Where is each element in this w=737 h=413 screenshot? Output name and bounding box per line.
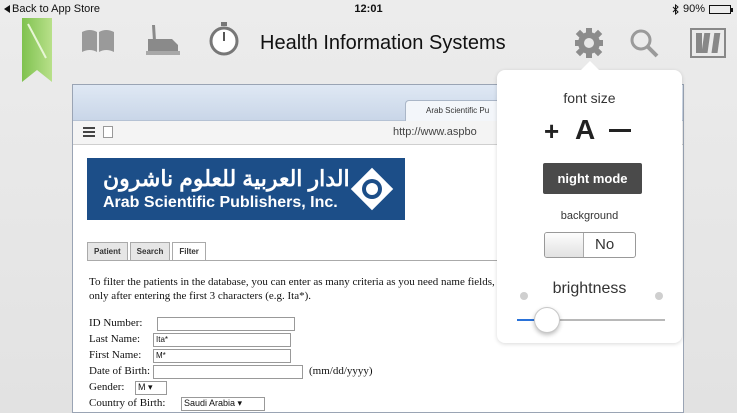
bluetooth-icon xyxy=(672,3,679,15)
id-number-field[interactable] xyxy=(157,317,295,331)
gender-value: M xyxy=(138,382,146,392)
last-name-label: Last Name: xyxy=(89,333,141,345)
last-name-field[interactable]: Ita* xyxy=(153,333,291,347)
night-mode-button[interactable]: night mode xyxy=(543,163,642,194)
hand-pen-icon[interactable] xyxy=(146,25,180,55)
status-time: 12:01 xyxy=(354,3,383,15)
app-title: Health Information Systems xyxy=(260,32,506,54)
date-of-birth-label: Date of Birth: xyxy=(89,365,151,377)
url-text: http://www.aspbo xyxy=(393,126,477,138)
page-icon xyxy=(103,126,113,138)
first-name-label: First Name: xyxy=(89,349,142,361)
increase-font-button[interactable]: + xyxy=(544,116,559,147)
library-icon[interactable] xyxy=(690,28,726,58)
popover-arrow xyxy=(581,61,599,70)
font-size-controls: + A xyxy=(539,114,639,146)
logo-emblem-icon xyxy=(350,167,394,211)
publisher-logo: الدار العربية للعلوم ناشرون Arab Scienti… xyxy=(87,158,405,220)
first-name-field[interactable]: M* xyxy=(153,349,291,363)
country-of-birth-select[interactable]: Saudi Arabia ▾ xyxy=(181,397,265,411)
decrease-font-button[interactable] xyxy=(609,129,631,132)
country-of-birth-label: Country of Birth: xyxy=(89,397,166,409)
date-of-birth-field[interactable] xyxy=(153,365,303,379)
status-bar: Back to App Store 12:01 90% xyxy=(0,0,737,18)
bookmark-ribbon-icon[interactable] xyxy=(22,18,52,82)
menu-icon xyxy=(83,127,95,137)
brightness-slider-knob[interactable] xyxy=(533,307,560,333)
background-toggle[interactable]: No xyxy=(544,232,636,258)
id-number-label: ID Number: xyxy=(89,317,143,329)
battery-percent: 90% xyxy=(682,3,705,15)
search-icon[interactable] xyxy=(628,27,660,59)
gender-select[interactable]: M ▾ xyxy=(135,381,167,395)
background-toggle-value: No xyxy=(595,236,615,253)
background-label: background xyxy=(560,210,619,222)
font-size-glyph: A xyxy=(575,114,596,145)
date-format-hint: (mm/dd/yyyy) xyxy=(309,365,373,377)
form-tabs: Patient Search Filter xyxy=(87,242,206,260)
book-icon[interactable] xyxy=(80,28,116,54)
brightness-high-icon xyxy=(655,292,663,300)
country-of-birth-value: Saudi Arabia xyxy=(184,398,236,408)
stopwatch-icon[interactable] xyxy=(208,22,240,56)
tab-search[interactable]: Search xyxy=(129,242,171,260)
tab-filter[interactable]: Filter xyxy=(172,242,206,260)
logo-arabic-text: الدار العربية للعلوم ناشرون xyxy=(103,166,350,191)
status-right: 90% xyxy=(672,3,733,15)
font-size-label: font size xyxy=(563,90,616,106)
tab-patient[interactable]: Patient xyxy=(87,242,128,260)
toggle-knob xyxy=(545,233,584,257)
gear-icon[interactable] xyxy=(572,28,606,58)
gender-label: Gender: xyxy=(89,381,125,393)
battery-icon xyxy=(709,4,733,14)
logo-english-text: Arab Scientific Publishers, Inc. xyxy=(103,194,338,211)
filter-instructions: To filter the patients in the database, … xyxy=(89,276,512,302)
settings-popover: font size + A night mode background No b… xyxy=(497,61,682,343)
